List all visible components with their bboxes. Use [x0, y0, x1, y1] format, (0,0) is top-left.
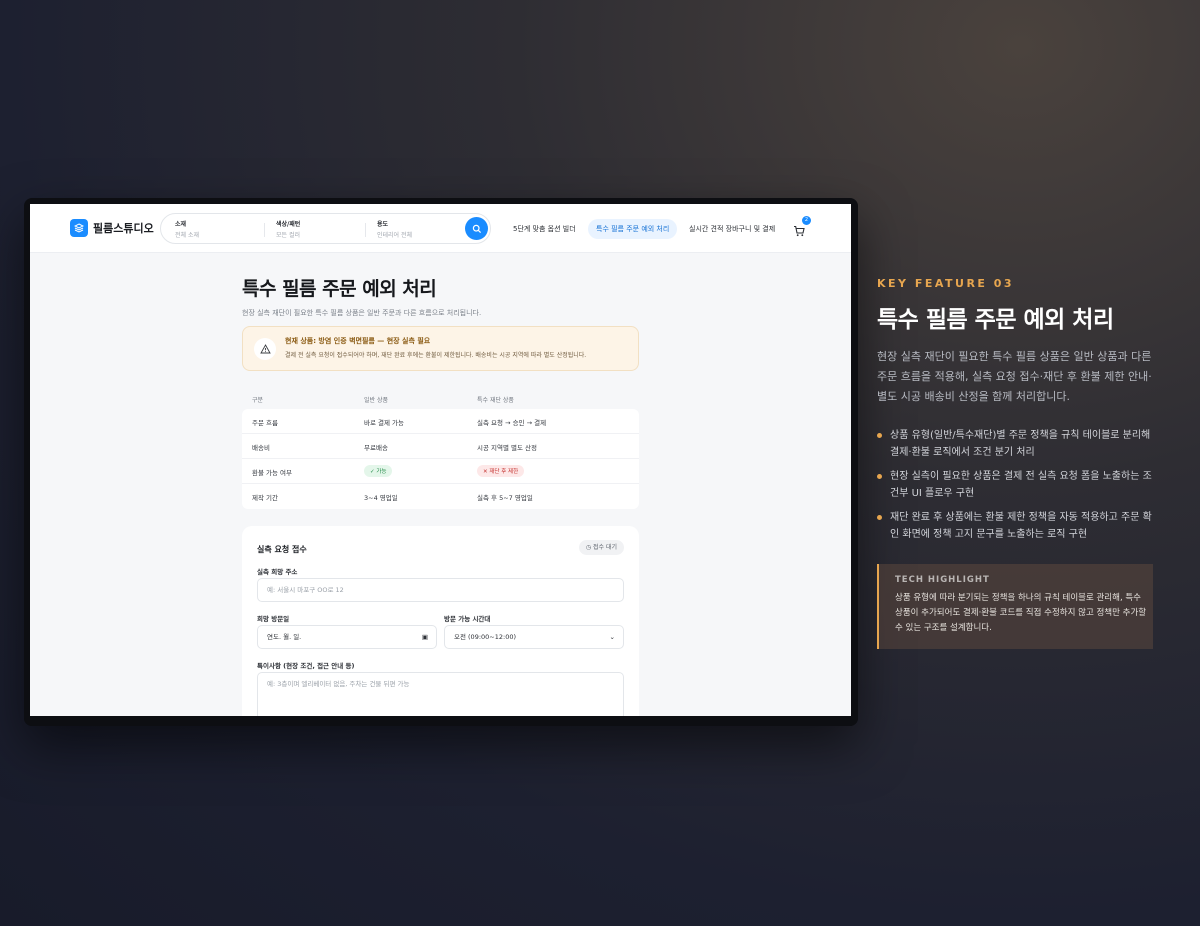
nav-option-builder[interactable]: 5단계 맞춤 옵션 빌더: [513, 219, 576, 239]
time-label: 방문 가능 시간대: [444, 615, 491, 623]
nav-special-order[interactable]: 특수 필름 주문 예외 처리: [588, 219, 678, 239]
alert-description: 결제 전 실측 요청이 접수되어야 하며, 재단 완료 후에는 환불이 제한됩니…: [285, 352, 587, 359]
material-filter[interactable]: 소재 전체 소재: [175, 219, 199, 239]
time-select[interactable]: 오전 (09:00~12:00) ⌄: [444, 625, 624, 649]
color-value: 모든 컬러: [276, 232, 300, 239]
clock-icon: ◷: [585, 544, 592, 551]
tech-highlight-description: 상품 유형에 따라 분기되는 정책을 하나의 규칙 테이블로 관리해, 특수 상…: [895, 593, 1147, 633]
notes-label: 특이사항 (현장 조건, 접근 안내 등): [257, 662, 355, 670]
logo-text: 필름스튜디오: [93, 222, 154, 235]
form-title: 실측 요청 접수: [257, 545, 307, 554]
table-row: 배송비 무료배송 시공 지역별 별도 산정: [242, 434, 639, 459]
measurement-request-form: 실측 요청 접수 ◷ 접수 대기 실측 희망 주소 예: 서울시 마포구 OO로…: [242, 526, 639, 716]
search-button[interactable]: [465, 217, 488, 240]
tech-highlight-box: TECH HIGHLIGHT 상품 유형에 따라 분기되는 정책을 하나의 규칙…: [877, 564, 1153, 649]
feature-title: 특수 필름 주문 예외 처리: [877, 307, 1114, 333]
table-header: 구분 일반 상품 특수 재단 상품: [242, 389, 639, 409]
date-placeholder: 연도. 월. 일.: [267, 633, 302, 641]
tech-highlight-title: TECH HIGHLIGHT: [895, 575, 990, 585]
refund-restricted-badge: ✕ 재단 후 제한: [477, 465, 525, 477]
layers-icon: [70, 219, 88, 237]
table-cell: 무료배송: [364, 444, 388, 452]
color-label: 색상/패턴: [276, 221, 301, 228]
time-value: 오전 (09:00~12:00): [454, 633, 517, 641]
table-cell: 주문 흐름: [252, 419, 278, 427]
chevron-down-icon: ⌄: [609, 633, 615, 641]
status-text: 접수 대기: [593, 544, 617, 551]
main-content: 특수 필름 주문 예외 처리 현장 실측 재단이 필요한 특수 필름 상품은 일…: [242, 274, 639, 716]
column-header: 구분: [252, 397, 264, 404]
color-filter[interactable]: 색상/패턴 모든 컬러: [276, 219, 300, 239]
logo[interactable]: 필름스튜디오: [70, 219, 154, 237]
table-cell: 환불 가능 여부: [252, 469, 293, 477]
material-value: 전체 소재: [175, 232, 199, 239]
column-header: 일반 상품: [364, 397, 388, 404]
date-label: 희망 방문일: [257, 615, 290, 623]
address-label: 실측 희망 주소: [257, 568, 298, 576]
search-bar[interactable]: 소재 전체 소재 색상/패턴 모든 컬러 용도 인테리어 전체: [160, 213, 491, 244]
list-item: 상품 유형(일반/특수재단)별 주문 정책을 규칙 테이블로 분리해 결제·환불…: [877, 428, 1157, 461]
status-badge: ◷ 접수 대기: [578, 540, 624, 555]
table-body: 주문 흐름 바로 결제 가능 실측 요청 → 승인 → 결제 배송비 무료배송 …: [242, 409, 639, 509]
feature-description: 현장 실측 재단이 필요한 특수 필름 상품은 일반 상품과 다른 주문 흐름을…: [877, 350, 1152, 403]
divider: [264, 223, 265, 237]
table-cell: 바로 결제 가능: [364, 419, 405, 427]
page-title: 특수 필름 주문 예외 처리: [242, 278, 437, 300]
nav-cart-checkout[interactable]: 실시간 견적 장바구니 및 결제: [689, 219, 775, 239]
feature-bullets: 상품 유형(일반/특수재단)별 주문 정책을 규칙 테이블로 분리해 결제·환불…: [877, 428, 1157, 551]
table-row: 제작 기간 3~4 영업일 실측 후 5~7 영업일: [242, 484, 639, 509]
column-header: 특수 재단 상품: [477, 397, 514, 404]
list-item: 재단 완료 후 상품에는 환불 제한 정책을 자동 적용하고 주문 확인 화면에…: [877, 510, 1157, 543]
cart-button[interactable]: [793, 222, 805, 241]
notice-alert: 현재 상품: 방염 인증 벽면필름 — 현장 실측 필요 결제 전 실측 요청이…: [242, 326, 639, 371]
list-item: 현장 실측이 필요한 상품은 결제 전 실측 요청 폼을 노출하는 조건부 UI…: [877, 469, 1157, 502]
cart-icon: [794, 225, 805, 237]
table-cell: 실측 후 5~7 영업일: [477, 494, 533, 502]
divider: [365, 223, 366, 237]
usage-value: 인테리어 전체: [377, 232, 413, 239]
refund-ok-badge: ✓ 가능: [364, 465, 393, 477]
date-input[interactable]: 연도. 월. 일. ▣: [257, 625, 437, 649]
table-cell: 3~4 영업일: [364, 494, 398, 502]
calendar-icon: ▣: [421, 633, 428, 641]
feature-tag: KEY FEATURE 03: [877, 277, 1015, 290]
address-input[interactable]: 예: 서울시 마포구 OO로 12: [257, 578, 624, 602]
table-cell: 제작 기간: [252, 494, 278, 502]
table-row: 주문 흐름 바로 결제 가능 실측 요청 → 승인 → 결제: [242, 409, 639, 434]
material-label: 소재: [175, 221, 187, 228]
table-row: 환불 가능 여부 ✓ 가능 ✕ 재단 후 제한: [242, 459, 639, 484]
usage-label: 용도: [377, 221, 389, 228]
page-subtitle: 현장 실측 재단이 필요한 특수 필름 상품은 일반 주문과 다른 흐름으로 처…: [242, 309, 482, 317]
policy-table: 구분 일반 상품 특수 재단 상품 주문 흐름 바로 결제 가능 실측 요청 →…: [242, 389, 639, 509]
alert-title: 현재 상품: 방염 인증 벽면필름 — 현장 실측 필요: [285, 337, 431, 345]
app-header: 필름스튜디오 소재 전체 소재 색상/패턴 모든 컬러 용도 인테리어 전체 5…: [30, 204, 851, 253]
table-cell: 시공 지역별 별도 산정: [477, 444, 538, 452]
table-cell: 실측 요청 → 승인 → 결제: [477, 419, 547, 427]
search-icon: [472, 224, 481, 233]
table-cell: 배송비: [252, 444, 270, 452]
notes-textarea[interactable]: 예: 3층이며 엘리베이터 없음, 주차는 건물 뒤편 가능: [257, 672, 624, 716]
warning-icon: [254, 338, 276, 360]
app-screen: 필름스튜디오 소재 전체 소재 색상/패턴 모든 컬러 용도 인테리어 전체 5…: [30, 204, 851, 716]
cart-count-badge: 2: [802, 216, 811, 225]
monitor-bezel: [24, 716, 858, 726]
usage-filter[interactable]: 용도 인테리어 전체: [377, 219, 412, 239]
